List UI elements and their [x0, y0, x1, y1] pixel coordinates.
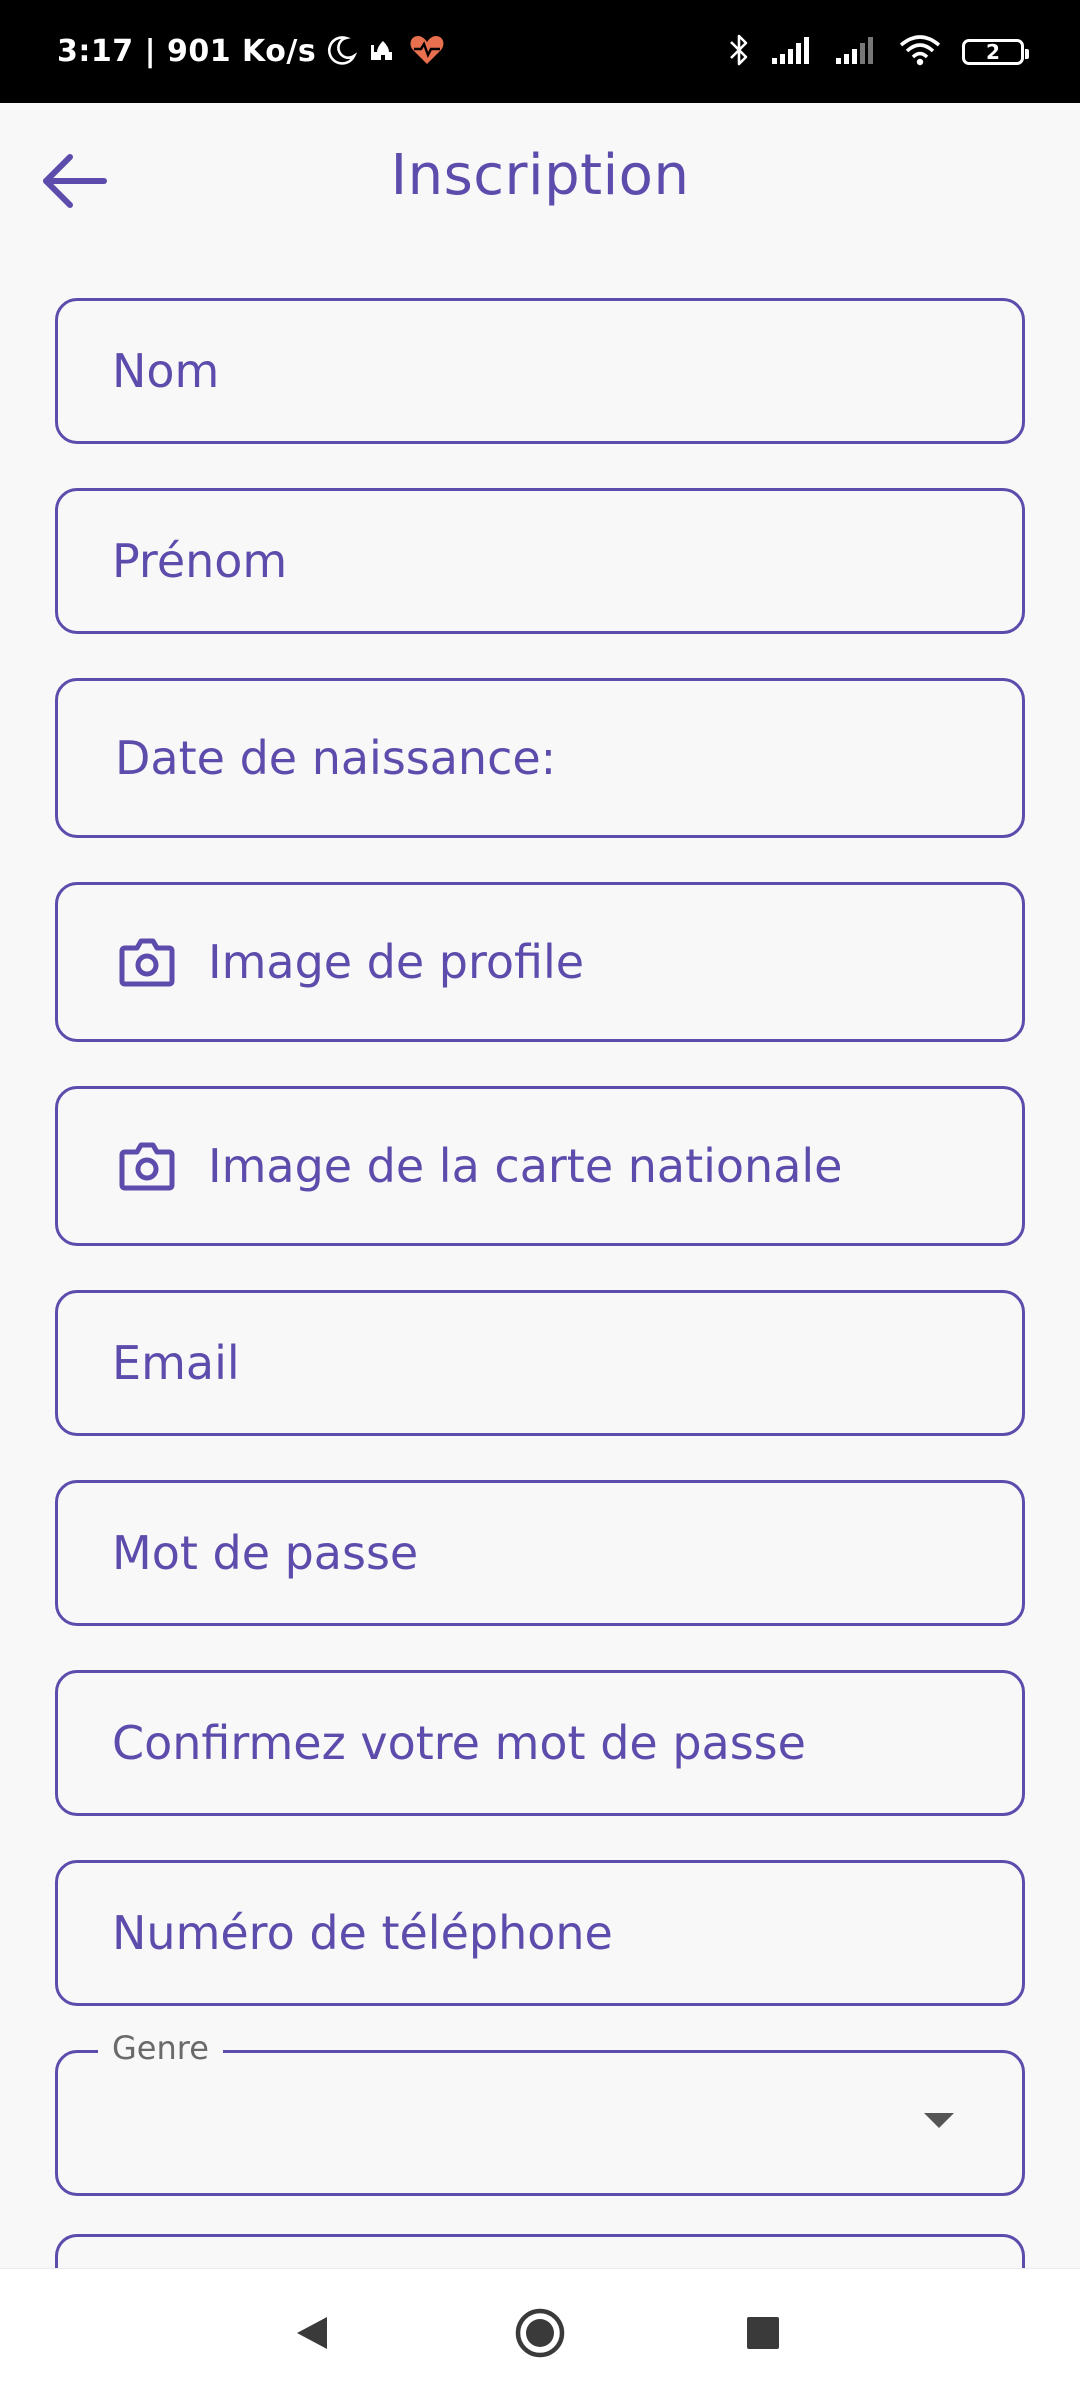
battery-level: 2 — [986, 39, 1000, 64]
nom-field[interactable]: Nom — [55, 298, 1025, 444]
status-right: 2 — [728, 0, 1029, 103]
phone-placeholder: Numéro de téléphone — [112, 1906, 613, 1960]
battery-icon: 2 — [962, 38, 1029, 65]
app-bar: Inscription — [0, 103, 1080, 255]
wifi-icon — [898, 33, 942, 71]
prenom-field[interactable]: Prénom — [55, 488, 1025, 634]
nav-home-button[interactable] — [510, 2305, 570, 2365]
bluetooth-icon — [728, 32, 750, 72]
nav-recents-icon — [745, 2315, 781, 2355]
nav-home-icon — [513, 2306, 567, 2364]
moon-icon — [326, 34, 358, 70]
email-field[interactable]: Email — [55, 1290, 1025, 1436]
image-profile-button[interactable]: Image de profile — [55, 882, 1025, 1042]
signal-strength-icon — [770, 34, 814, 70]
nom-placeholder: Nom — [112, 344, 220, 398]
registration-form: Nom Prénom Date de naissance: Image de p… — [55, 298, 1025, 2196]
prenom-placeholder: Prénom — [112, 534, 288, 588]
navigation-bar — [0, 2268, 1080, 2401]
nav-recents-button[interactable] — [733, 2305, 793, 2365]
confirm-password-placeholder: Confirmez votre mot de passe — [112, 1716, 806, 1770]
date-naissance-field[interactable]: Date de naissance: — [55, 678, 1025, 838]
confirm-password-field[interactable]: Confirmez votre mot de passe — [55, 1670, 1025, 1816]
status-time-speed: 3:17 | 901 Ko/s — [57, 34, 317, 69]
image-profile-label: Image de profile — [208, 935, 585, 989]
dropdown-arrow-icon — [924, 2113, 954, 2128]
date-naissance-label: Date de naissance: — [115, 731, 557, 785]
camera-icon — [118, 1137, 176, 1195]
camera-icon — [118, 933, 176, 991]
password-placeholder: Mot de passe — [112, 1526, 419, 1580]
email-placeholder: Email — [112, 1336, 240, 1390]
genre-dropdown[interactable]: Genre — [55, 2029, 1025, 2196]
status-left: 3:17 | 901 Ko/s — [57, 0, 446, 103]
genre-label: Genre — [98, 2029, 223, 2067]
phone-field[interactable]: Numéro de téléphone — [55, 1860, 1025, 2006]
heart-pulse-icon — [408, 33, 446, 71]
image-carte-button[interactable]: Image de la carte nationale — [55, 1086, 1025, 1246]
mosque-icon — [368, 35, 398, 69]
image-carte-label: Image de la carte nationale — [208, 1139, 843, 1193]
nav-back-icon — [293, 2313, 333, 2357]
password-field[interactable]: Mot de passe — [55, 1480, 1025, 1626]
status-bar: 3:17 | 901 Ko/s 2 — [0, 0, 1080, 103]
page-title: Inscription — [390, 143, 690, 208]
nav-back-button[interactable] — [283, 2305, 343, 2365]
signal-strength-2-icon — [834, 34, 878, 70]
